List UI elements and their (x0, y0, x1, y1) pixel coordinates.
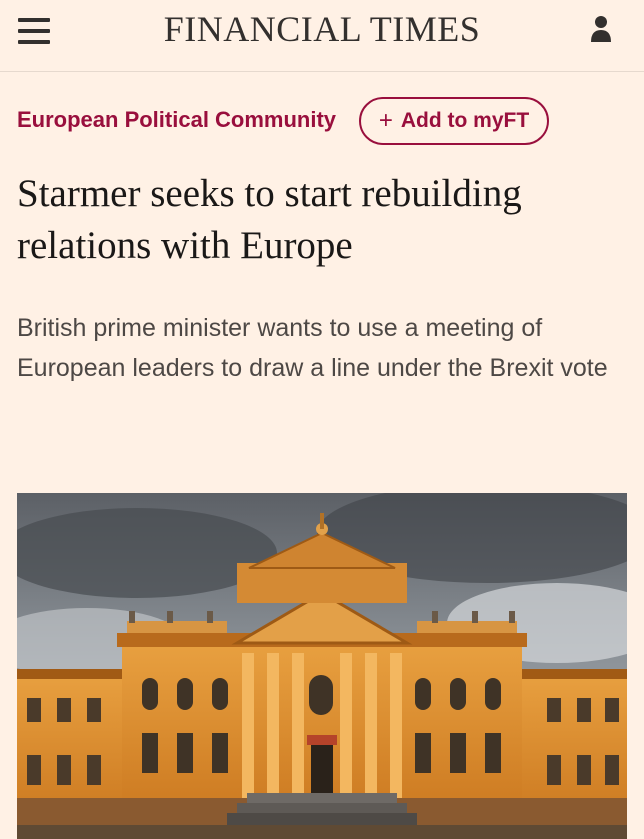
plus-icon: + (378, 107, 393, 134)
top-navigation-bar: FINANCIAL TIMES (0, 0, 644, 72)
topic-row: European Political Community + Add to my… (17, 97, 627, 147)
article-standfirst: British prime minister wants to use a me… (17, 314, 608, 382)
article-headline: Starmer seeks to start rebuilding relati… (17, 172, 522, 267)
hero-image (17, 493, 627, 839)
topic-link[interactable]: European Political Community (17, 107, 336, 133)
masthead-logo[interactable]: FINANCIAL TIMES (0, 8, 644, 50)
add-to-myft-button[interactable]: + Add to myFT (359, 97, 549, 145)
user-icon[interactable] (588, 14, 614, 44)
add-to-myft-label: Add to myFT (400, 109, 530, 132)
